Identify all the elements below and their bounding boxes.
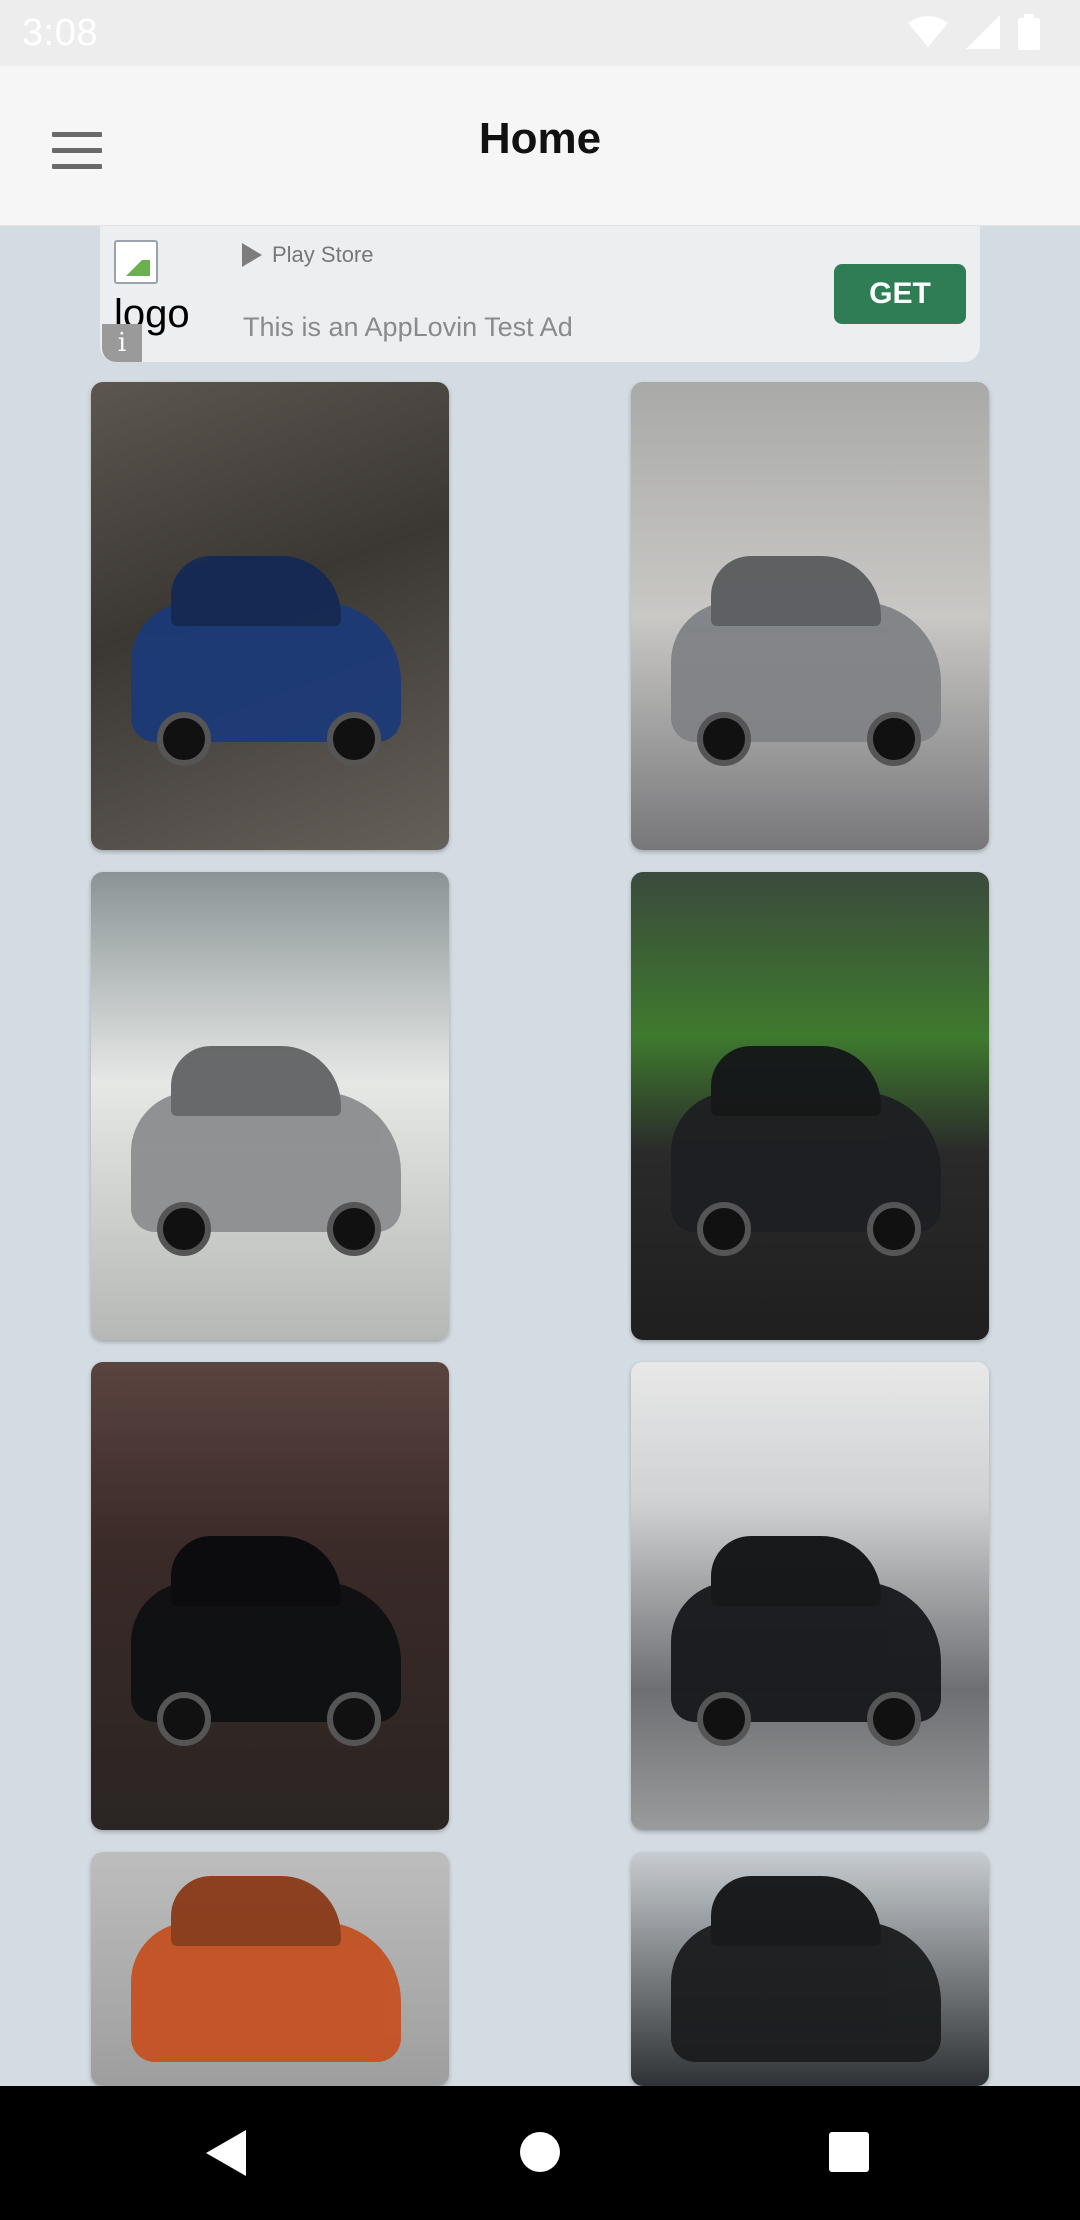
broken-image-icon [114, 240, 158, 284]
battery-icon [1018, 14, 1040, 50]
wallpaper-card[interactable] [631, 872, 989, 1340]
car-wheel [327, 712, 381, 766]
wallpaper-card[interactable] [91, 1852, 449, 2086]
wallpaper-card[interactable] [631, 382, 989, 850]
app-bar: Home [0, 66, 1080, 226]
navigation-bar [0, 2086, 1080, 2220]
wallpaper-card[interactable] [91, 1362, 449, 1830]
wallpaper-card[interactable] [91, 872, 449, 1340]
car-wheel [157, 1202, 211, 1256]
status-icons [908, 14, 1040, 50]
wallpaper-card[interactable] [631, 1852, 989, 2086]
wallpaper-card[interactable] [631, 1362, 989, 1830]
wifi-icon [908, 16, 948, 47]
car-wheel [327, 1692, 381, 1746]
car-wheel [867, 1202, 921, 1256]
recents-square-icon[interactable] [829, 2132, 869, 2172]
status-bar: 3:08 [0, 0, 1080, 66]
car-wheel [697, 1692, 751, 1746]
car-body [131, 1922, 401, 2062]
ad-get-button[interactable]: GET [834, 264, 966, 324]
ad-store: Play Store [242, 242, 374, 268]
ad-description: This is an AppLovin Test Ad [243, 312, 573, 342]
signal-icon [966, 15, 1000, 49]
car-wheel [867, 712, 921, 766]
page-title: Home [478, 114, 602, 163]
car-wheel [697, 712, 751, 766]
play-store-icon [242, 243, 262, 267]
back-triangle-icon[interactable] [206, 2130, 246, 2176]
wallpaper-card[interactable] [91, 382, 449, 850]
car-wheel [157, 712, 211, 766]
info-icon[interactable]: i [102, 324, 142, 362]
car-wheel [867, 1692, 921, 1746]
status-time: 3:08 [22, 12, 98, 54]
ad-banner[interactable]: logo i Play Store This is an AppLovin Te… [100, 226, 980, 362]
car-wheel [697, 1202, 751, 1256]
home-circle-icon[interactable] [520, 2132, 560, 2172]
car-body [671, 1922, 941, 2062]
car-wheel [327, 1202, 381, 1256]
ad-store-label: Play Store [272, 242, 374, 267]
car-wheel [157, 1692, 211, 1746]
